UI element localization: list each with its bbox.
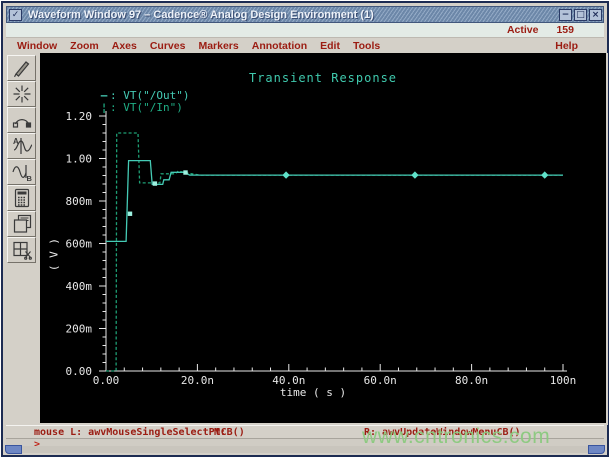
maximize-icon: □ bbox=[576, 9, 585, 20]
minimize-icon: − bbox=[561, 9, 570, 20]
menu-item-window[interactable]: Window bbox=[17, 40, 57, 52]
split-window-button[interactable] bbox=[7, 237, 36, 263]
menu-item-markers[interactable]: Markers bbox=[198, 40, 238, 52]
svg-text:0.00: 0.00 bbox=[66, 365, 93, 378]
menu-item-annotation[interactable]: Annotation bbox=[252, 40, 307, 52]
close-icon: × bbox=[591, 9, 600, 20]
svg-text:100n: 100n bbox=[550, 374, 577, 387]
window-scissors-icon bbox=[12, 241, 32, 260]
minimize-button[interactable]: − bbox=[559, 8, 572, 21]
menu-item-edit[interactable]: Edit bbox=[320, 40, 340, 52]
window-menu-button[interactable]: ✓ bbox=[9, 8, 22, 21]
calculator-icon bbox=[14, 188, 29, 208]
data-point-marker[interactable] bbox=[541, 171, 549, 179]
menu-item-curves[interactable]: Curves bbox=[150, 40, 186, 52]
resize-corner-left[interactable] bbox=[5, 445, 22, 454]
svg-text:0.00: 0.00 bbox=[93, 374, 120, 387]
svg-text:60.0n: 60.0n bbox=[364, 374, 397, 387]
pen-tool-icon bbox=[13, 61, 29, 78]
selected-point-marker[interactable] bbox=[183, 170, 188, 175]
calculator-button[interactable] bbox=[7, 185, 36, 211]
svg-text:20.0n: 20.0n bbox=[181, 374, 214, 387]
svg-text:1.00: 1.00 bbox=[66, 153, 93, 166]
horizontal-marker-button[interactable]: B bbox=[7, 159, 36, 185]
trace-out[interactable] bbox=[106, 159, 563, 243]
menu-item-axes[interactable]: Axes bbox=[112, 40, 137, 52]
horizontal-marker-b-icon: B bbox=[11, 165, 32, 182]
active-status-band: Active 159 bbox=[6, 23, 604, 38]
main-area: A B Transient Response —: VT("/Out") ¦ … bbox=[6, 53, 608, 425]
mouse-middle-binding: M: bbox=[214, 427, 227, 438]
menu-item-help[interactable]: Help bbox=[555, 40, 604, 52]
stretch-probe-button[interactable] bbox=[7, 107, 36, 133]
menu-item-tools[interactable]: Tools bbox=[353, 40, 380, 52]
maximize-button[interactable]: □ bbox=[574, 8, 587, 21]
vertical-marker-a-icon: A bbox=[13, 137, 32, 154]
svg-text:800m: 800m bbox=[66, 195, 93, 208]
svg-text:200m: 200m bbox=[66, 323, 93, 336]
application-window: ✓ Waveform Window 97 – Cadence® Analog D… bbox=[1, 1, 609, 457]
menu-items: Window Zoom Axes Curves Markers Annotation Edi… bbox=[17, 40, 380, 52]
title-bar[interactable]: ✓ Waveform Window 97 – Cadence® Analog D… bbox=[6, 6, 604, 23]
svg-text:40.0n: 40.0n bbox=[272, 374, 305, 387]
svg-text:B: B bbox=[26, 174, 32, 182]
data-point-marker[interactable] bbox=[282, 171, 290, 179]
svg-text:80.0n: 80.0n bbox=[455, 374, 488, 387]
left-toolbar: A B bbox=[6, 55, 39, 263]
window-title: Waveform Window 97 – Cadence® Analog Des… bbox=[28, 8, 374, 21]
svg-text:1.20: 1.20 bbox=[66, 110, 93, 123]
vertical-marker-button[interactable]: A bbox=[7, 133, 36, 159]
active-label: Active bbox=[506, 24, 539, 36]
checkmark-icon: ✓ bbox=[11, 9, 20, 20]
menu-item-zoom[interactable]: Zoom bbox=[70, 40, 99, 52]
active-count: 159 bbox=[556, 24, 574, 36]
trace-in[interactable] bbox=[106, 132, 563, 372]
selected-point-marker[interactable] bbox=[127, 211, 133, 216]
selected-point-marker[interactable] bbox=[152, 181, 158, 186]
waveform-canvas[interactable]: Transient Response — : VT("/Out") ¦ : VT… bbox=[40, 53, 606, 423]
copy-pages-icon bbox=[13, 214, 31, 233]
arc-probe-icon bbox=[12, 119, 31, 128]
pen-tool-button[interactable] bbox=[7, 55, 36, 81]
waveform-plot[interactable]: 0.00 20.0n 40.0n 60.0n 80.0n 100n 0.00 200m 400m… bbox=[40, 53, 606, 423]
star-burst-icon bbox=[13, 85, 30, 103]
close-button[interactable]: × bbox=[589, 8, 602, 21]
redraw-button[interactable] bbox=[7, 81, 36, 107]
svg-text:600m: 600m bbox=[66, 238, 93, 251]
data-point-marker[interactable] bbox=[411, 171, 419, 179]
watermark: www.cntronics.com bbox=[362, 425, 551, 448]
copy-window-button[interactable] bbox=[7, 211, 36, 237]
resize-corner-right[interactable] bbox=[588, 445, 605, 454]
svg-text:400m: 400m bbox=[66, 280, 93, 293]
menu-bar: Window Zoom Axes Curves Markers Annotation Edi… bbox=[6, 38, 604, 53]
